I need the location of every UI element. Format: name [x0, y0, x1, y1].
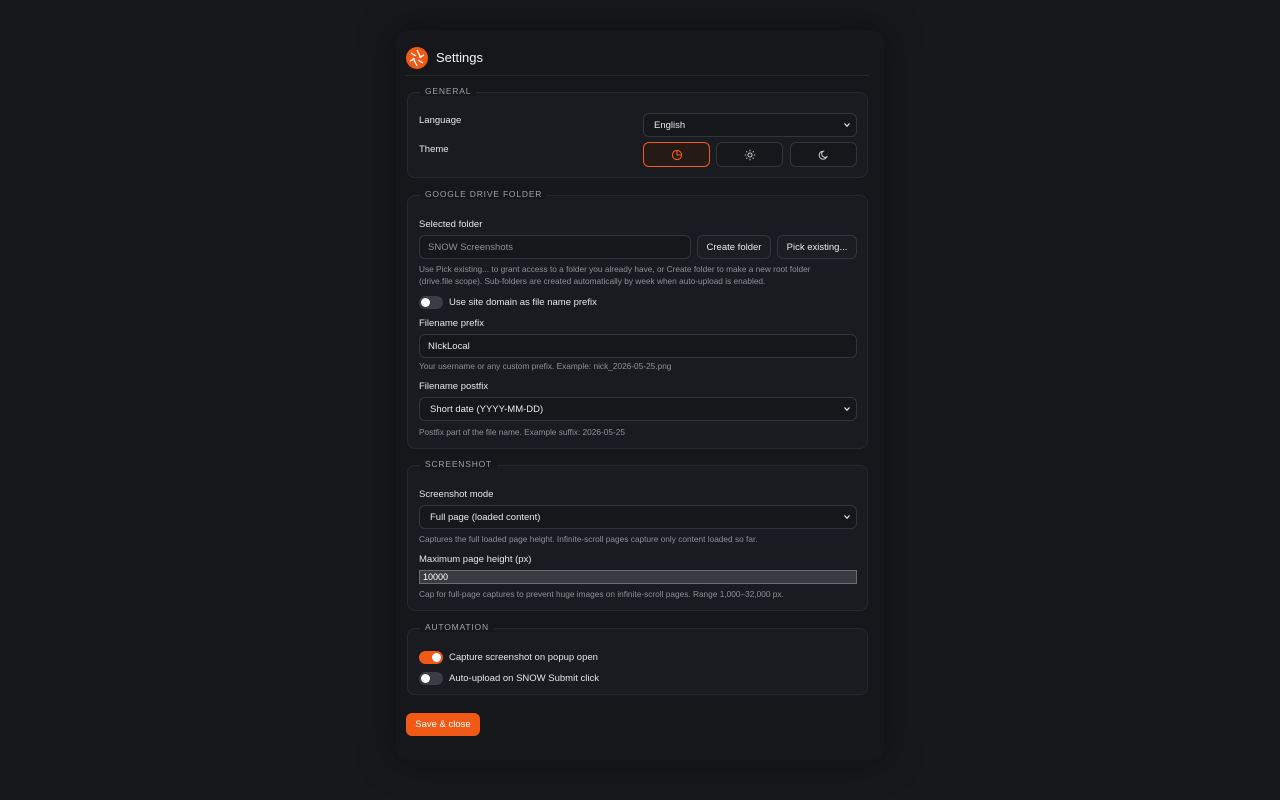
drive-legend: GOOGLE DRIVE FOLDER — [420, 189, 548, 199]
screenshot-section: SCREENSHOT Screenshot mode Full page (lo… — [407, 459, 868, 611]
toggle-knob — [421, 298, 430, 307]
theme-system-button[interactable] — [643, 142, 710, 167]
filename-postfix-help: Postfix part of the file name. Example s… — [419, 427, 625, 437]
auto-upload-toggle[interactable] — [419, 672, 443, 685]
toggle-knob — [421, 674, 430, 683]
screenshot-mode-help: Captures the full loaded page height. In… — [419, 534, 758, 544]
drive-help-line-1: Use Pick existing... to grant access to … — [419, 264, 811, 274]
max-height-label: Maximum page height (px) — [419, 554, 532, 565]
capture-on-open-label: Capture screenshot on popup open — [449, 652, 598, 663]
screenshot-mode-label: Screenshot mode — [419, 489, 494, 500]
general-section: GENERAL Language English Theme — [407, 86, 868, 178]
selected-folder-placeholder: SNOW Screenshots — [428, 241, 513, 253]
general-legend: GENERAL — [420, 86, 477, 96]
selected-folder-label: Selected folder — [419, 219, 483, 230]
screenshot-legend: SCREENSHOT — [420, 459, 498, 469]
theme-light-button[interactable] — [716, 142, 783, 167]
filename-postfix-select[interactable]: Short date (YYYY-MM-DD) — [419, 397, 857, 421]
screenshot-mode-value: Full page (loaded content) — [430, 511, 541, 523]
moon-icon — [818, 150, 828, 160]
drive-folder-section: GOOGLE DRIVE FOLDER Selected folder SNOW… — [407, 189, 868, 449]
selected-folder-input[interactable]: SNOW Screenshots — [419, 235, 691, 259]
auto-upload-label: Auto-upload on SNOW Submit click — [449, 673, 599, 684]
filename-prefix-help: Your username or any custom prefix. Exam… — [419, 361, 672, 371]
pick-existing-button[interactable]: Pick existing... — [777, 235, 857, 259]
capture-on-open-toggle[interactable] — [419, 651, 443, 664]
chevron-down-icon — [844, 407, 850, 412]
language-label: Language — [419, 115, 462, 126]
save-close-button[interactable]: Save & close — [406, 713, 480, 736]
max-height-value: 10000 — [423, 572, 449, 582]
site-domain-toggle-label: Use site domain as file name prefix — [449, 297, 597, 308]
page-title: Settings — [436, 50, 483, 65]
automation-section: AUTOMATION Capture screenshot on popup o… — [407, 622, 868, 695]
settings-header: Settings — [406, 42, 869, 76]
toggle-knob — [432, 653, 441, 662]
language-select[interactable]: English — [643, 113, 857, 137]
theme-label: Theme — [419, 144, 449, 155]
filename-prefix-label: Filename prefix — [419, 318, 484, 329]
system-theme-icon — [671, 149, 682, 160]
site-domain-toggle[interactable] — [419, 296, 443, 309]
screenshot-mode-select[interactable]: Full page (loaded content) — [419, 505, 857, 529]
max-height-help: Cap for full-page captures to prevent hu… — [419, 589, 784, 599]
filename-postfix-label: Filename postfix — [419, 381, 489, 392]
theme-dark-button[interactable] — [790, 142, 857, 167]
sun-icon — [744, 149, 755, 160]
aperture-logo-icon — [406, 46, 428, 69]
settings-panel: Settings GENERAL Language English Theme — [396, 30, 884, 760]
chevron-down-icon — [844, 123, 850, 128]
drive-help-line-2: (drive.file scope). Sub-folders are crea… — [419, 276, 766, 286]
filename-prefix-input[interactable]: NIckLocal — [419, 334, 857, 358]
max-height-input[interactable]: 10000 — [419, 570, 857, 584]
filename-prefix-value: NIckLocal — [428, 340, 470, 352]
filename-postfix-value: Short date (YYYY-MM-DD) — [430, 403, 544, 415]
automation-legend: AUTOMATION — [420, 622, 494, 632]
language-value: English — [654, 119, 686, 131]
chevron-down-icon — [844, 515, 850, 520]
create-folder-button[interactable]: Create folder — [697, 235, 771, 259]
